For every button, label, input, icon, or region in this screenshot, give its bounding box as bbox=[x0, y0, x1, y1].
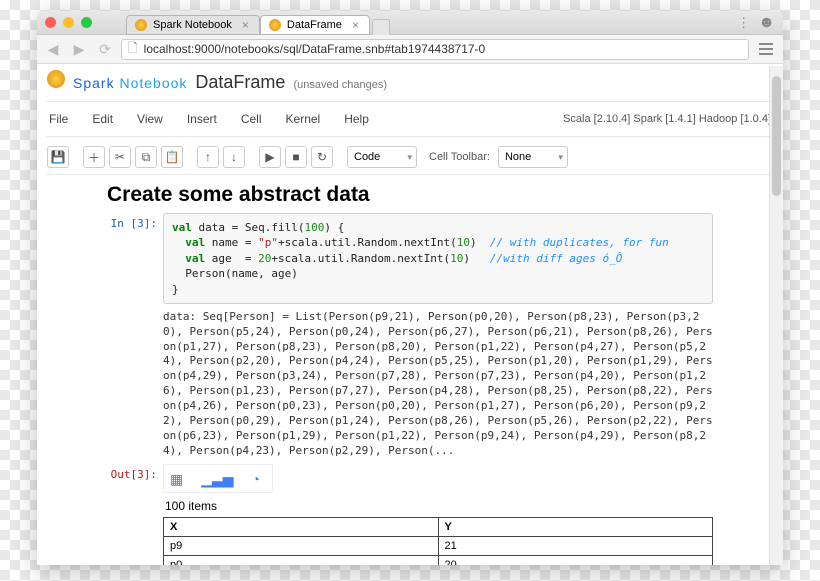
chart-view-icon[interactable]: ▁▃▅ bbox=[201, 471, 233, 488]
code-cell[interactable]: In [3]: val data = Seq.fill(100) { val n… bbox=[107, 213, 713, 458]
titlebar: Spark Notebook × DataFrame × ⋮ ☻ bbox=[37, 11, 783, 35]
pie-view-icon[interactable]: ◔ bbox=[252, 471, 260, 488]
notebook-title[interactable]: DataFrame bbox=[195, 72, 285, 93]
menu-kernel[interactable]: Kernel bbox=[286, 112, 321, 126]
close-window-button[interactable] bbox=[45, 17, 56, 28]
forward-button[interactable]: ▶ bbox=[69, 39, 89, 59]
table-row: p921 bbox=[164, 537, 713, 556]
in-prompt: In [3]: bbox=[107, 213, 163, 458]
profile-icon[interactable]: ☻ bbox=[758, 14, 775, 32]
run-button[interactable]: ▶ bbox=[259, 146, 281, 168]
browser-tabs: Spark Notebook × DataFrame × bbox=[126, 11, 737, 35]
cell-toolbar-select[interactable]: None bbox=[498, 146, 568, 168]
close-tab-icon[interactable]: × bbox=[352, 18, 359, 32]
divider bbox=[47, 136, 773, 137]
scroll-thumb[interactable] bbox=[772, 76, 781, 196]
stop-button[interactable]: ■ bbox=[285, 146, 307, 168]
menu-insert[interactable]: Insert bbox=[187, 112, 217, 126]
cell-toolbar-label: Cell Toolbar: bbox=[429, 151, 490, 163]
address-bar: ◀ ▶ ⟳ 🗋 localhost:9000/notebooks/sql/Dat… bbox=[37, 35, 783, 64]
paste-button[interactable]: 📋 bbox=[161, 146, 183, 168]
minimize-window-button[interactable] bbox=[63, 17, 74, 28]
tab-spark-notebook[interactable]: Spark Notebook × bbox=[126, 15, 260, 35]
cell-type-select[interactable]: Code bbox=[347, 146, 417, 168]
cut-button[interactable]: ✂ bbox=[109, 146, 131, 168]
items-count: 100 items bbox=[165, 499, 713, 513]
menu-view[interactable]: View bbox=[137, 112, 163, 126]
scrollbar[interactable] bbox=[769, 66, 783, 565]
output-text: data: Seq[Person] = List(Person(p9,21), … bbox=[163, 310, 713, 458]
save-button[interactable]: 💾 bbox=[47, 146, 69, 168]
browser-menu-button[interactable] bbox=[755, 38, 777, 60]
browser-window: Spark Notebook × DataFrame × ⋮ ☻ ◀ ▶ ⟳ 🗋… bbox=[37, 11, 783, 565]
col-header-y[interactable]: Y bbox=[438, 518, 713, 537]
divider bbox=[47, 101, 773, 102]
page-content: Spark Notebook DataFrame (unsaved change… bbox=[37, 64, 783, 565]
code-input[interactable]: val data = Seq.fill(100) { val name = "p… bbox=[163, 213, 713, 304]
logo-icon bbox=[47, 70, 65, 88]
maximize-window-button[interactable] bbox=[81, 17, 92, 28]
url-input[interactable]: 🗋 localhost:9000/notebooks/sql/DataFrame… bbox=[121, 39, 749, 60]
menu-cell[interactable]: Cell bbox=[241, 112, 262, 126]
page-info-icon[interactable]: 🗋 bbox=[128, 39, 138, 60]
url-text: localhost:9000/notebooks/sql/DataFrame.s… bbox=[144, 42, 486, 56]
table-row: p020 bbox=[164, 556, 713, 565]
add-cell-button[interactable]: ＋ bbox=[83, 146, 105, 168]
new-tab-button[interactable] bbox=[372, 19, 390, 35]
kernel-env-info: Scala [2.10.4] Spark [1.4.1] Hadoop [1.0… bbox=[563, 113, 771, 125]
move-up-button[interactable]: ↑ bbox=[197, 146, 219, 168]
table-view-icon[interactable]: ▦ bbox=[170, 471, 183, 488]
data-table: X Y p921 p020 p823 p320 p524 bbox=[163, 517, 713, 565]
section-heading: Create some abstract data bbox=[107, 183, 713, 207]
window-controls bbox=[45, 17, 92, 28]
out-prompt: Out[3]: bbox=[107, 464, 163, 565]
tab-label: Spark Notebook bbox=[153, 19, 232, 31]
brand[interactable]: Spark Notebook bbox=[73, 75, 187, 91]
menu-bar: File Edit View Insert Cell Kernel Help S… bbox=[47, 108, 773, 130]
move-down-button[interactable]: ↓ bbox=[223, 146, 245, 168]
tab-favicon bbox=[135, 19, 147, 31]
back-button[interactable]: ◀ bbox=[43, 39, 63, 59]
save-status: (unsaved changes) bbox=[293, 79, 387, 91]
toolbar: 💾 ＋ ✂ ⧉ 📋 ↑ ↓ ▶ ■ ↻ Code Cell Toolbar: N… bbox=[47, 143, 773, 175]
menu-edit[interactable]: Edit bbox=[92, 112, 113, 126]
col-header-x[interactable]: X bbox=[164, 518, 439, 537]
reload-button[interactable]: ⟳ bbox=[95, 39, 115, 59]
output-cell: Out[3]: ▦ ▁▃▅ ◔ 100 items X Y p bbox=[107, 464, 713, 565]
notebook-body: Create some abstract data In [3]: val da… bbox=[47, 183, 773, 565]
tab-favicon bbox=[269, 19, 281, 31]
tab-dataframe[interactable]: DataFrame × bbox=[260, 15, 370, 35]
copy-button[interactable]: ⧉ bbox=[135, 146, 157, 168]
extension-icon[interactable]: ⋮ bbox=[737, 15, 750, 31]
menu-help[interactable]: Help bbox=[344, 112, 369, 126]
output-view-tabs: ▦ ▁▃▅ ◔ bbox=[163, 464, 273, 493]
close-tab-icon[interactable]: × bbox=[242, 18, 249, 32]
restart-button[interactable]: ↻ bbox=[311, 146, 333, 168]
tab-label: DataFrame bbox=[287, 19, 342, 31]
menu-file[interactable]: File bbox=[49, 112, 68, 126]
notebook-header: Spark Notebook DataFrame (unsaved change… bbox=[47, 64, 773, 95]
